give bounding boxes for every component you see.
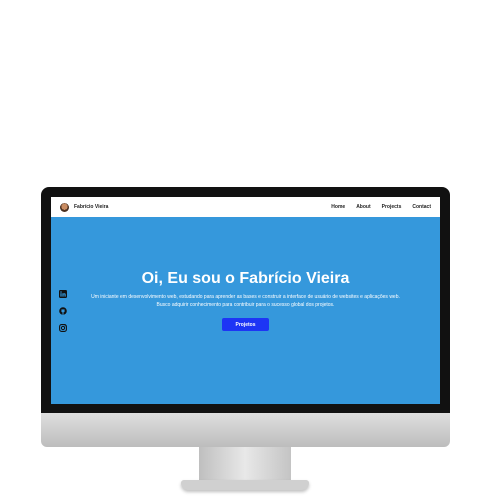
navbar: Fabrício Vieira Home About Projects Cont… — [51, 197, 440, 217]
hero-title: Oi, Eu sou o Fabrício Vieira — [141, 270, 350, 287]
nav-about[interactable]: About — [356, 204, 370, 210]
screen: Fabrício Vieira Home About Projects Cont… — [51, 197, 440, 404]
instagram-icon[interactable] — [58, 323, 67, 332]
nav-projects[interactable]: Projects — [382, 204, 402, 210]
nav-contact[interactable]: Contact — [412, 204, 431, 210]
brand-name: Fabrício Vieira — [74, 204, 109, 210]
nav-menu: Home About Projects Contact — [320, 204, 431, 210]
avatar — [60, 202, 69, 212]
monitor-base — [181, 480, 309, 490]
projects-button[interactable]: Projetos — [222, 318, 269, 331]
nav-home[interactable]: Home — [331, 204, 345, 210]
hero-description-line-2: Busco adquirir conhecimento para contrib… — [156, 302, 335, 308]
monitor-frame: Fabrício Vieira Home About Projects Cont… — [41, 187, 450, 420]
hero-description-line-1: Um iniciante em desenvolvimento web, est… — [91, 294, 400, 300]
hero-description: Um iniciante em desenvolvimento web, est… — [51, 293, 440, 309]
monitor-chin — [41, 413, 450, 447]
